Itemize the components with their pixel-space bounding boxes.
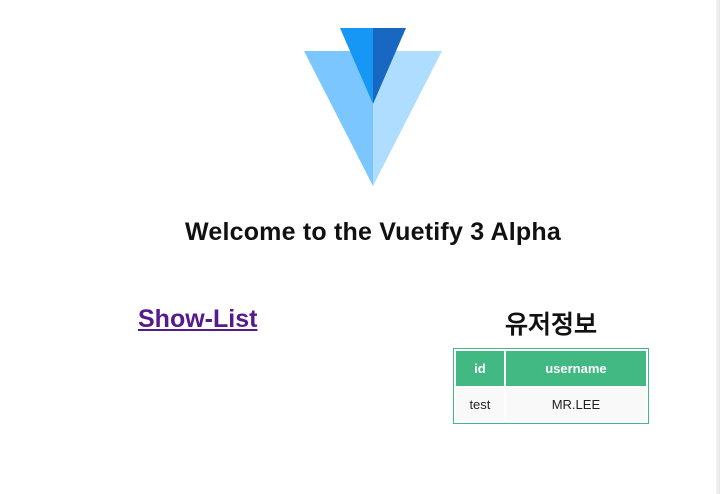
cell-id: test [456, 388, 504, 421]
show-list-link[interactable]: Show-List [138, 305, 257, 334]
user-table: id username test MR.LEE [453, 348, 649, 424]
column-header-id[interactable]: id [456, 351, 504, 386]
user-info-title: 유저정보 [504, 310, 597, 339]
page: Welcome to the Vuetify 3 Alpha Show-List… [0, 0, 720, 494]
table-row: test MR.LEE [456, 388, 646, 421]
cell-username: MR.LEE [505, 388, 646, 421]
welcome-heading: Welcome to the Vuetify 3 Alpha [185, 218, 561, 246]
vuetify-logo [304, 28, 442, 186]
table-header-row: id username [456, 351, 646, 386]
column-header-username[interactable]: username [505, 351, 646, 386]
window-right-edge [716, 0, 720, 494]
